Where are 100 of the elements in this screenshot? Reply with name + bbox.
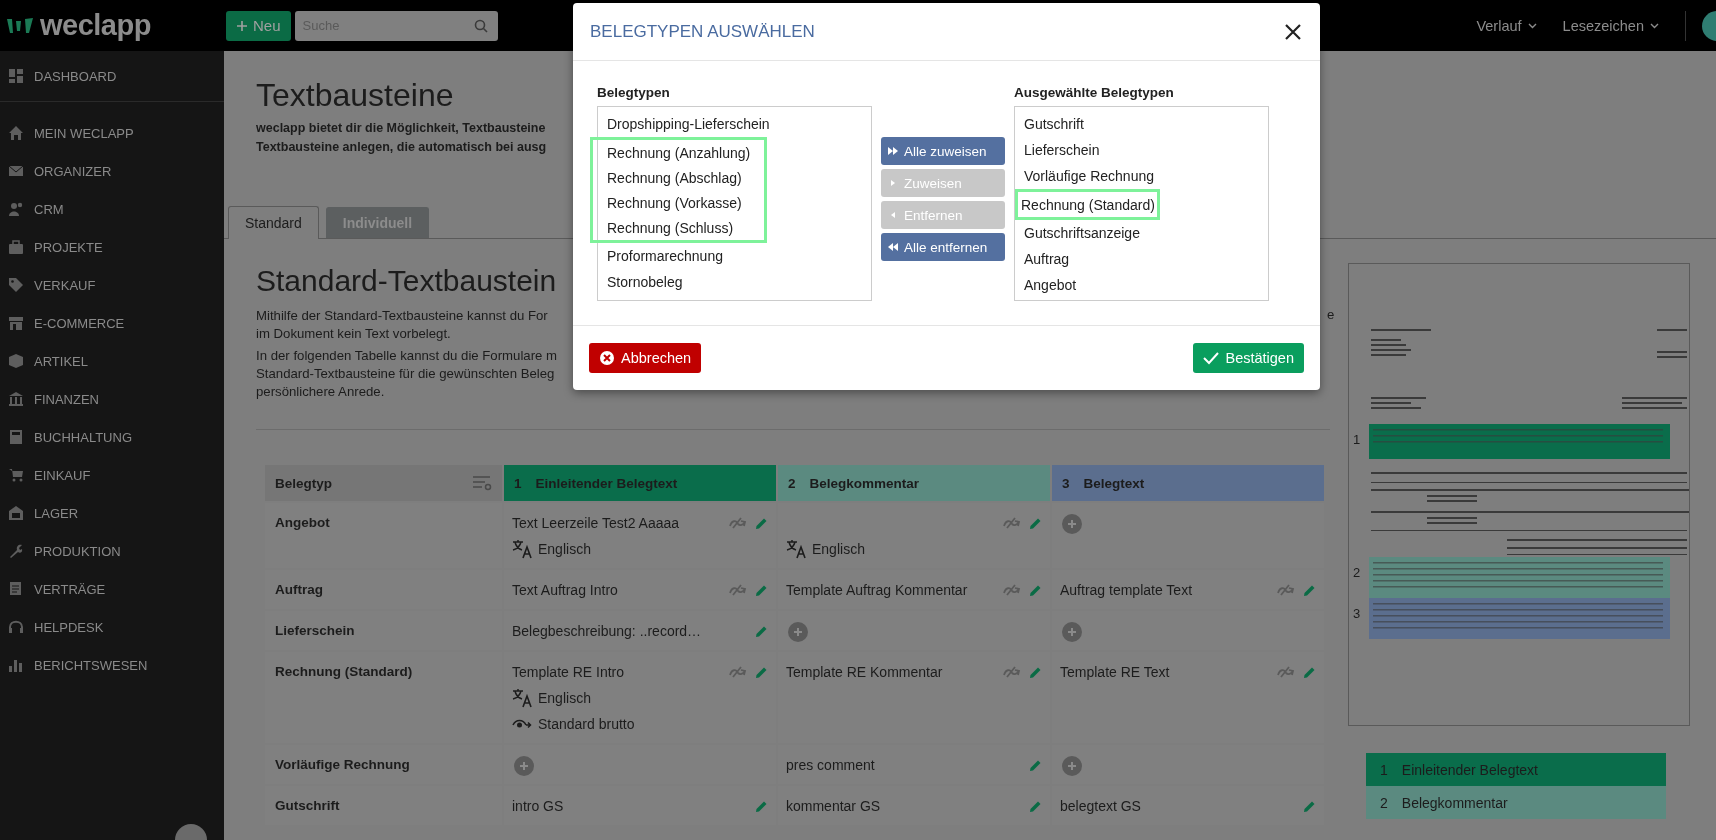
- sidebar-item[interactable]: PROJEKTE: [0, 228, 224, 266]
- plus-icon: [236, 19, 248, 32]
- check-icon: [1203, 351, 1220, 365]
- list-item[interactable]: Auftrag: [1015, 246, 1268, 272]
- list-item[interactable]: Vorläufige Rechnung: [1015, 163, 1268, 189]
- broken-link-icon[interactable]: [729, 666, 747, 678]
- pencil-icon[interactable]: [755, 624, 768, 638]
- plus-icon: [1067, 761, 1077, 771]
- detail-text: Englisch: [538, 541, 591, 557]
- pencil-icon[interactable]: [755, 665, 768, 679]
- chevron-down-icon: [1650, 22, 1659, 29]
- pencil-icon[interactable]: [1029, 758, 1042, 772]
- legend-item: 2 Belegkommentar: [1366, 786, 1666, 819]
- sidebar-item[interactable]: ARTIKEL: [0, 342, 224, 380]
- pencil-icon[interactable]: [755, 516, 768, 530]
- sidebar-item[interactable]: HELPDESK: [0, 608, 224, 646]
- list-item[interactable]: Gutschrift: [1015, 111, 1268, 137]
- list-item[interactable]: Angebot: [1015, 272, 1268, 298]
- add-button[interactable]: [1062, 514, 1082, 534]
- column-header: 3 Belegtext: [1052, 465, 1324, 501]
- warehouse-icon: [8, 505, 24, 521]
- add-button[interactable]: [788, 622, 808, 642]
- transfer-button[interactable]: Alle zuweisen: [881, 137, 1005, 165]
- header-menu[interactable]: Verlauf: [1476, 17, 1537, 34]
- section-number: 1: [1353, 432, 1361, 447]
- translate-icon: [786, 539, 806, 559]
- legend-item: 1 Einleitender Belegtext: [1366, 753, 1666, 786]
- broken-link-icon[interactable]: [1003, 584, 1021, 596]
- plus-icon: [519, 761, 529, 771]
- confirm-button[interactable]: Bestätigen: [1193, 343, 1304, 373]
- pencil-icon[interactable]: [1303, 665, 1316, 679]
- list-item[interactable]: Gutschriftsanzeige: [1015, 220, 1268, 246]
- paragraph-text: In der folgenden Tabelle kannst du die Formulare m: [256, 347, 558, 365]
- list-item[interactable]: Dropshipping-Lieferschein: [598, 111, 871, 137]
- document-icon: [8, 581, 24, 597]
- list-item[interactable]: Rechnung (Anzahlung): [593, 140, 751, 165]
- sidebar-item[interactable]: MEIN WECLAPP: [0, 114, 224, 152]
- eye-arrow-icon: [512, 718, 532, 730]
- list-settings-icon[interactable]: [472, 475, 492, 491]
- list-item[interactable]: Proformarechnung: [598, 243, 871, 269]
- broken-link-icon[interactable]: [729, 517, 747, 529]
- add-button[interactable]: [514, 756, 534, 776]
- cell-text: Text Auftrag Intro: [512, 582, 619, 598]
- close-button[interactable]: [1284, 22, 1302, 41]
- plus-icon: [1067, 627, 1077, 637]
- cell-text: intro GS: [512, 798, 565, 814]
- pencil-icon[interactable]: [1029, 583, 1042, 597]
- list-item[interactable]: Rechnung (Vorkasse): [593, 190, 751, 215]
- list-item[interactable]: Rechnung (Standard): [1018, 192, 1155, 217]
- add-button[interactable]: [1062, 622, 1082, 642]
- paragraph-text: Mithilfe der Standard-Textbausteine kannst du For: [256, 307, 548, 325]
- calculator-icon: [8, 429, 24, 445]
- sidebar-item[interactable]: ORGANIZER: [0, 152, 224, 190]
- plus-icon: [793, 627, 803, 637]
- tab[interactable]: Standard: [228, 206, 319, 239]
- sidebar-item[interactable]: VERKAUF: [0, 266, 224, 304]
- sidebar-item[interactable]: LAGER: [0, 494, 224, 532]
- wrench-icon: [8, 543, 24, 559]
- column-header: 2 Belegkommentar: [778, 465, 1050, 501]
- header-menu[interactable]: Lesezeichen: [1562, 17, 1659, 34]
- list-item[interactable]: Rechnung (Abschlag): [593, 165, 751, 190]
- pencil-icon[interactable]: [755, 583, 768, 597]
- broken-link-icon[interactable]: [1003, 517, 1021, 529]
- pencil-icon[interactable]: [1029, 665, 1042, 679]
- paragraph-text: e: [1327, 307, 1335, 322]
- broken-link-icon[interactable]: [1277, 584, 1295, 596]
- list-label: Ausgewählte Belegtypen: [1014, 85, 1175, 100]
- sidebar-item[interactable]: CRM: [0, 190, 224, 228]
- cancel-button[interactable]: Abbrechen: [589, 343, 702, 373]
- cell-text: Template RE Text: [1060, 664, 1171, 680]
- bank-icon: [8, 391, 24, 407]
- broken-link-icon[interactable]: [1003, 666, 1021, 678]
- broken-link-icon[interactable]: [1277, 666, 1295, 678]
- pencil-icon[interactable]: [755, 799, 768, 813]
- add-button[interactable]: [1062, 756, 1082, 776]
- list-item[interactable]: Lieferschein: [1015, 137, 1268, 163]
- briefcase-icon: [8, 239, 24, 255]
- sidebar-item[interactable]: VERTRÄGE: [0, 570, 224, 608]
- sidebar-item[interactable]: BUCHHALTUNG: [0, 418, 224, 456]
- cell-text: Auftrag template Text: [1060, 582, 1194, 598]
- pencil-icon[interactable]: [1029, 516, 1042, 530]
- pencil-icon[interactable]: [1303, 799, 1316, 813]
- list-item[interactable]: Rechnung (Schluss): [593, 215, 751, 240]
- sidebar-item[interactable]: DASHBOARD: [0, 57, 224, 95]
- paragraph-text: Standard-Textbausteine für die gewünschten Beleg: [256, 365, 555, 383]
- sidebar-item[interactable]: EINKAUF: [0, 456, 224, 494]
- sidebar-item[interactable]: FINANZEN: [0, 380, 224, 418]
- sidebar-item[interactable]: E-COMMERCE: [0, 304, 224, 342]
- cell-text: Template RE Intro: [512, 664, 626, 680]
- sidebar-item[interactable]: BERICHTSWESEN: [0, 646, 224, 684]
- list-item[interactable]: Stornobeleg: [598, 269, 871, 295]
- transfer-button[interactable]: Alle entfernen: [881, 233, 1005, 261]
- close-icon: [1284, 22, 1302, 41]
- broken-link-icon[interactable]: [729, 584, 747, 596]
- search-icon[interactable]: [473, 18, 488, 33]
- pencil-icon[interactable]: [1303, 583, 1316, 597]
- sidebar-item[interactable]: PRODUKTION: [0, 532, 224, 570]
- section-title: Standard-Textbaustein: [256, 263, 557, 299]
- pencil-icon[interactable]: [1029, 799, 1042, 813]
- translate-icon: [512, 539, 532, 559]
